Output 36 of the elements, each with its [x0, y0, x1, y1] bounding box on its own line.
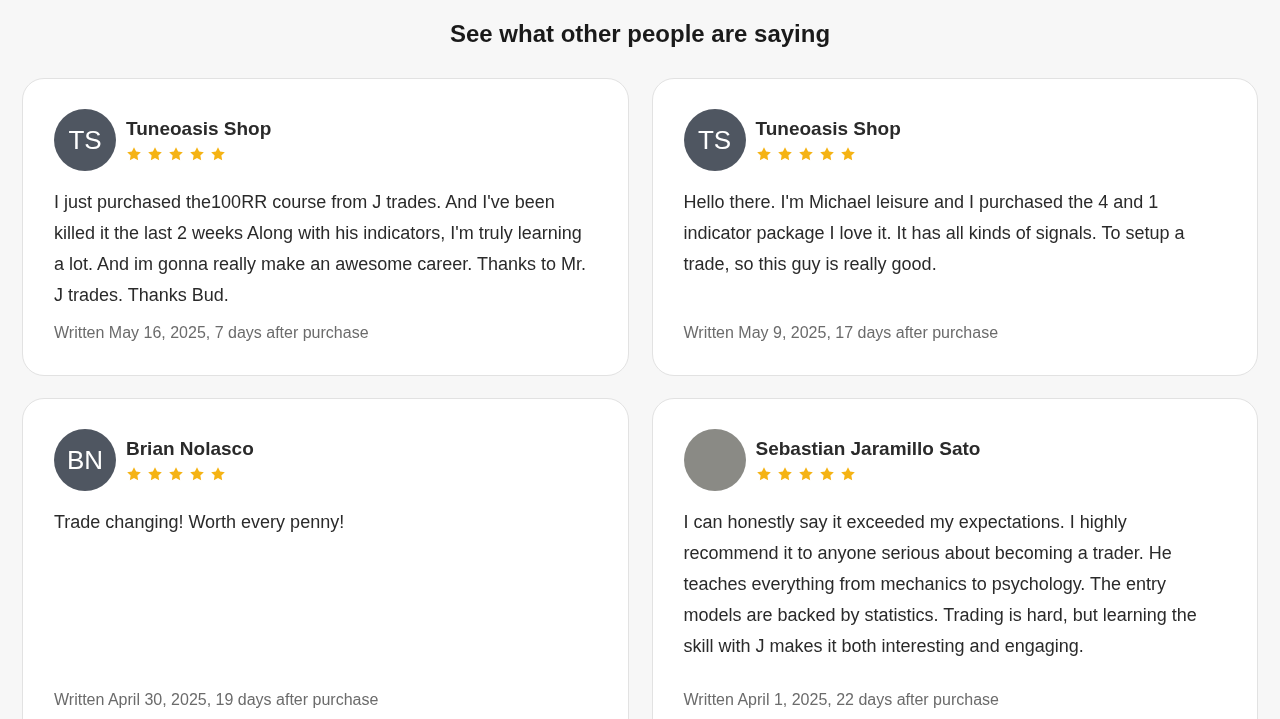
section-heading: See what other people are saying	[448, 19, 832, 49]
review-date: Written May 9, 2025, 17 days after purchase	[683, 323, 1000, 343]
star-icon	[126, 146, 142, 162]
avatar-initials: TS	[54, 109, 116, 171]
review-text: I just purchased the100RR course from J trades. And I've been killed it the last 2 weeks Along with his indicators, I'm truly learning a lot. And im gonna really make an awesome career. Thanks to Mr. J trades. Thanks Bud.	[54, 191, 587, 307]
star-icon	[839, 466, 856, 482]
star-icon	[797, 146, 814, 162]
review-date: Written May 16, 2025, 7 days after purchase	[54, 323, 370, 343]
review-date: Written April 30, 2025, 19 days after purchase	[54, 690, 380, 710]
star-icon	[210, 466, 226, 482]
review-date: Written April 1, 2025, 22 days after purchase	[683, 690, 1000, 710]
review-text: I can honestly say it exceeded my expectations. I highly recommend it to anyone serious about becoming a trader. He teaches everything from mechanics to psychology. The entry models are backed by statistics. Trading is hard, but learning the skill with J makes it both interesting and engaging.	[683, 511, 1198, 658]
star-icon	[168, 466, 184, 482]
star-icon	[776, 146, 793, 162]
reviewer-name: Brian Nolasco	[126, 438, 254, 460]
reviewer-name: Sebastian Jaramillo Sato	[755, 438, 981, 460]
star-icon	[147, 146, 163, 162]
star-icon	[210, 146, 226, 162]
review-text: Trade changing! Worth every penny!	[54, 511, 346, 534]
star-icon	[776, 466, 793, 482]
star-icon	[755, 466, 772, 482]
star-icon	[126, 466, 142, 482]
star-icon	[797, 466, 814, 482]
star-icon	[839, 146, 856, 162]
star-icon	[168, 146, 184, 162]
star-icon	[818, 146, 835, 162]
avatar-initials: BN	[54, 429, 116, 491]
reviewer-name: Tuneoasis Shop	[126, 118, 272, 140]
review-text: Hello there. I'm Michael leisure and I purchased the 4 and 1 indicator package I love it. It has all kinds of signals. To setup a trade, so this guy is really good.	[683, 191, 1186, 276]
star-icon	[147, 466, 163, 482]
star-icon	[755, 146, 772, 162]
star-icon	[189, 466, 205, 482]
star-icon	[189, 146, 205, 162]
avatar-initials: TS	[683, 109, 746, 171]
reviewer-name: Tuneoasis Shop	[755, 118, 901, 140]
star-icon	[818, 466, 835, 482]
